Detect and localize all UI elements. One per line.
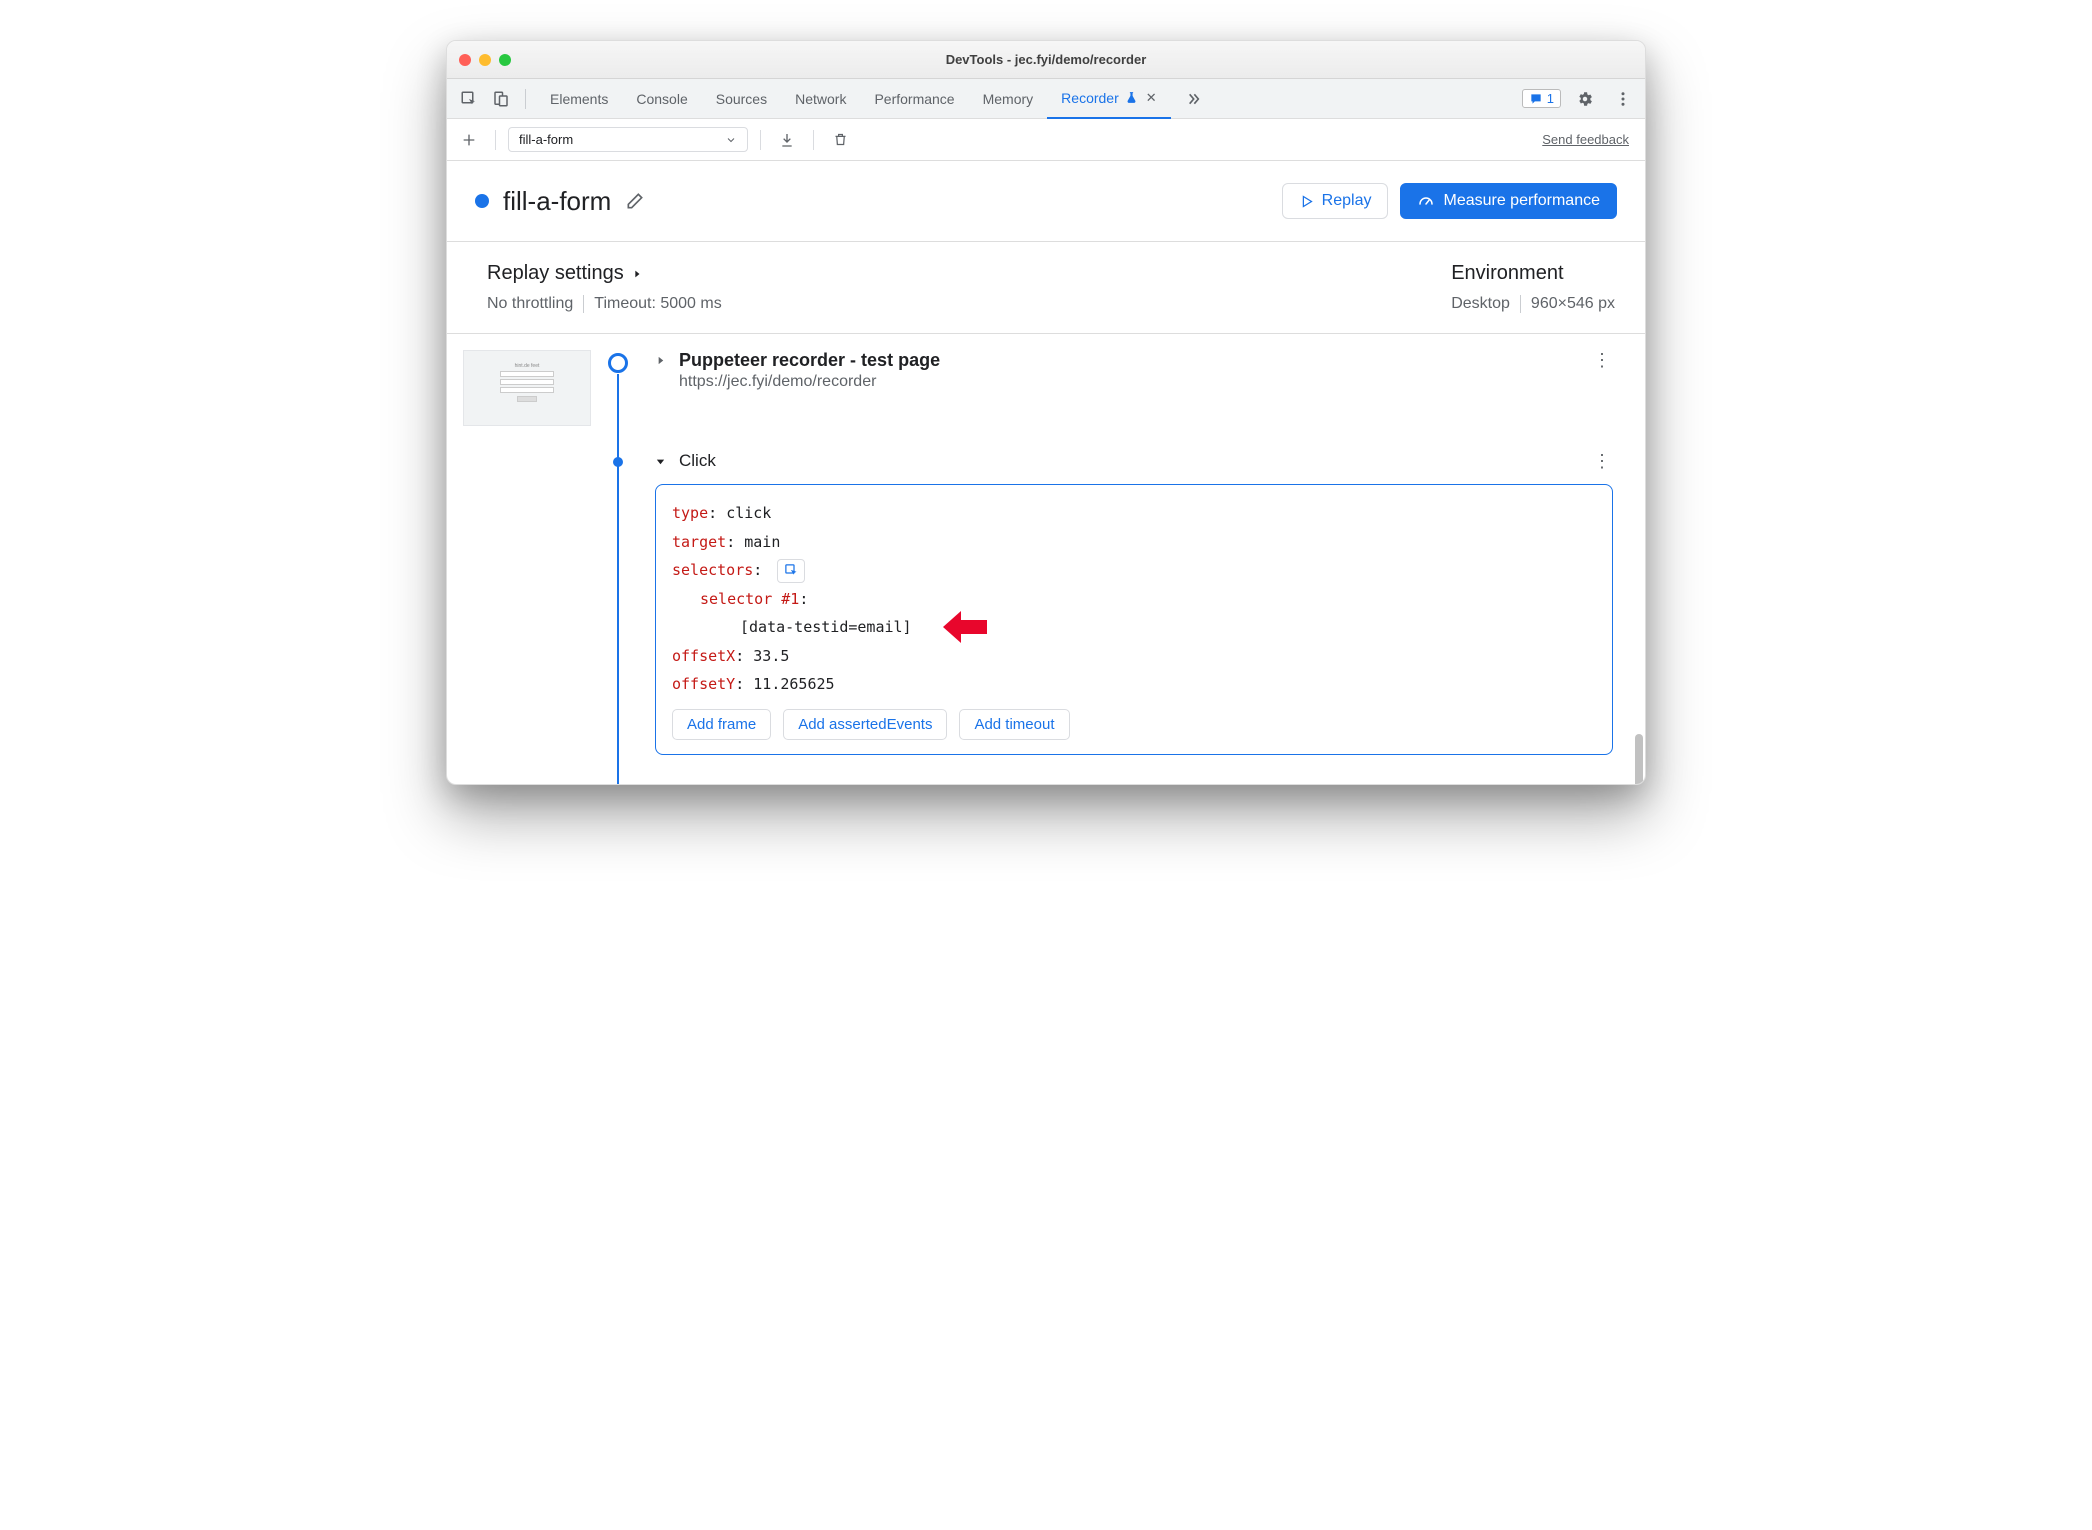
prop-key: selector #1 — [700, 590, 799, 608]
add-asserted-events-button[interactable]: Add assertedEvents — [783, 709, 947, 740]
titlebar: DevTools - jec.fyi/demo/recorder — [447, 41, 1645, 79]
tab-elements[interactable]: Elements — [536, 79, 622, 119]
gauge-icon — [1417, 192, 1435, 210]
divider — [1520, 295, 1521, 313]
delete-button[interactable] — [826, 126, 854, 154]
divider — [525, 89, 526, 109]
annotation-arrow — [943, 609, 987, 645]
prop-value[interactable]: 33.5 — [753, 647, 789, 665]
window-title: DevTools - jec.fyi/demo/recorder — [447, 52, 1645, 67]
timeout-value[interactable]: Timeout: 5000 ms — [594, 295, 721, 313]
send-feedback-link[interactable]: Send feedback — [1542, 132, 1629, 147]
export-button[interactable] — [773, 126, 801, 154]
chevron-right-icon — [632, 269, 642, 279]
prop-key: offsetX — [672, 647, 735, 665]
environment-label: Environment — [1451, 262, 1615, 285]
tab-network[interactable]: Network — [781, 79, 860, 119]
tab-memory[interactable]: Memory — [969, 79, 1048, 119]
inspect-element-icon[interactable] — [455, 85, 483, 113]
scrollbar[interactable] — [1635, 734, 1643, 785]
issues-badge[interactable]: 1 — [1522, 89, 1561, 108]
issues-icon — [1529, 92, 1543, 106]
step-navigate: Puppeteer recorder - test page https://j… — [605, 350, 1621, 391]
settings-icon[interactable] — [1571, 85, 1599, 113]
tab-recorder[interactable]: Recorder ✕ — [1047, 79, 1171, 119]
recorder-toolbar: fill-a-form Send feedback — [447, 119, 1645, 161]
collapse-step-icon[interactable] — [655, 456, 669, 467]
selector-picker-button[interactable] — [777, 559, 805, 583]
replay-button[interactable]: Replay — [1282, 183, 1389, 219]
step-marker — [608, 353, 628, 373]
tab-close-icon[interactable]: ✕ — [1146, 90, 1157, 106]
devtools-toolbar: Elements Console Sources Network Perform… — [447, 79, 1645, 119]
step-marker — [613, 457, 623, 467]
chevron-down-icon — [725, 134, 737, 146]
issues-count: 1 — [1547, 91, 1554, 106]
divider — [495, 130, 496, 150]
device-toggle-icon[interactable] — [487, 85, 515, 113]
device-value: Desktop — [1451, 295, 1510, 313]
prop-key: type — [672, 504, 708, 522]
divider — [813, 130, 814, 150]
replay-settings-toggle[interactable]: Replay settings — [487, 262, 722, 285]
more-tabs-button[interactable] — [1171, 79, 1215, 119]
new-recording-button[interactable] — [455, 126, 483, 154]
prop-key: target — [672, 533, 726, 551]
page-thumbnail[interactable]: hint.de feet — [463, 350, 591, 426]
measure-label: Measure performance — [1443, 192, 1600, 210]
add-timeout-button[interactable]: Add timeout — [959, 709, 1069, 740]
step-click: Click ⋮ type: click target: main selecto… — [605, 451, 1621, 755]
tab-recorder-label: Recorder — [1061, 90, 1119, 106]
tab-sources[interactable]: Sources — [702, 79, 781, 119]
recording-header: fill-a-form Replay Measure performance — [447, 161, 1645, 242]
prop-value[interactable]: main — [744, 533, 780, 551]
measure-performance-button[interactable]: Measure performance — [1400, 183, 1617, 219]
throttling-value[interactable]: No throttling — [487, 295, 573, 313]
edit-name-button[interactable] — [625, 191, 645, 211]
recording-name: fill-a-form — [503, 186, 611, 217]
viewport-value: 960×546 px — [1531, 295, 1615, 313]
step-menu-button[interactable]: ⋮ — [1593, 451, 1621, 472]
recording-status-dot — [475, 194, 489, 208]
steps-timeline: hint.de feet Puppeteer recorder - test p… — [447, 334, 1645, 784]
tab-console[interactable]: Console — [622, 79, 701, 119]
play-icon — [1299, 194, 1314, 209]
more-menu-icon[interactable] — [1609, 85, 1637, 113]
recording-selector[interactable]: fill-a-form — [508, 127, 748, 152]
step-details-editor[interactable]: type: click target: main selectors: sele… — [655, 484, 1613, 755]
step-menu-button[interactable]: ⋮ — [1593, 350, 1621, 371]
tab-performance[interactable]: Performance — [860, 79, 968, 119]
selector-value[interactable]: [data-testid=email] — [740, 618, 912, 636]
flask-icon — [1125, 91, 1138, 104]
recording-selected-label: fill-a-form — [519, 132, 573, 147]
prop-value[interactable]: click — [726, 504, 771, 522]
add-frame-button[interactable]: Add frame — [672, 709, 771, 740]
divider — [583, 295, 584, 313]
prop-value[interactable]: 11.265625 — [753, 675, 834, 693]
panel-tabs: Elements Console Sources Network Perform… — [536, 79, 1518, 119]
replay-settings-label: Replay settings — [487, 262, 624, 285]
step-url: https://jec.fyi/demo/recorder — [679, 373, 1583, 391]
devtools-window: DevTools - jec.fyi/demo/recorder Element… — [446, 40, 1646, 785]
divider — [760, 130, 761, 150]
replay-settings-row: Replay settings No throttling Timeout: 5… — [447, 242, 1645, 334]
prop-key: offsetY — [672, 675, 735, 693]
step-title: Click — [679, 451, 716, 471]
prop-key: selectors — [672, 561, 753, 579]
step-title: Puppeteer recorder - test page — [679, 350, 1583, 371]
replay-label: Replay — [1322, 192, 1372, 210]
expand-step-icon[interactable] — [655, 355, 669, 366]
